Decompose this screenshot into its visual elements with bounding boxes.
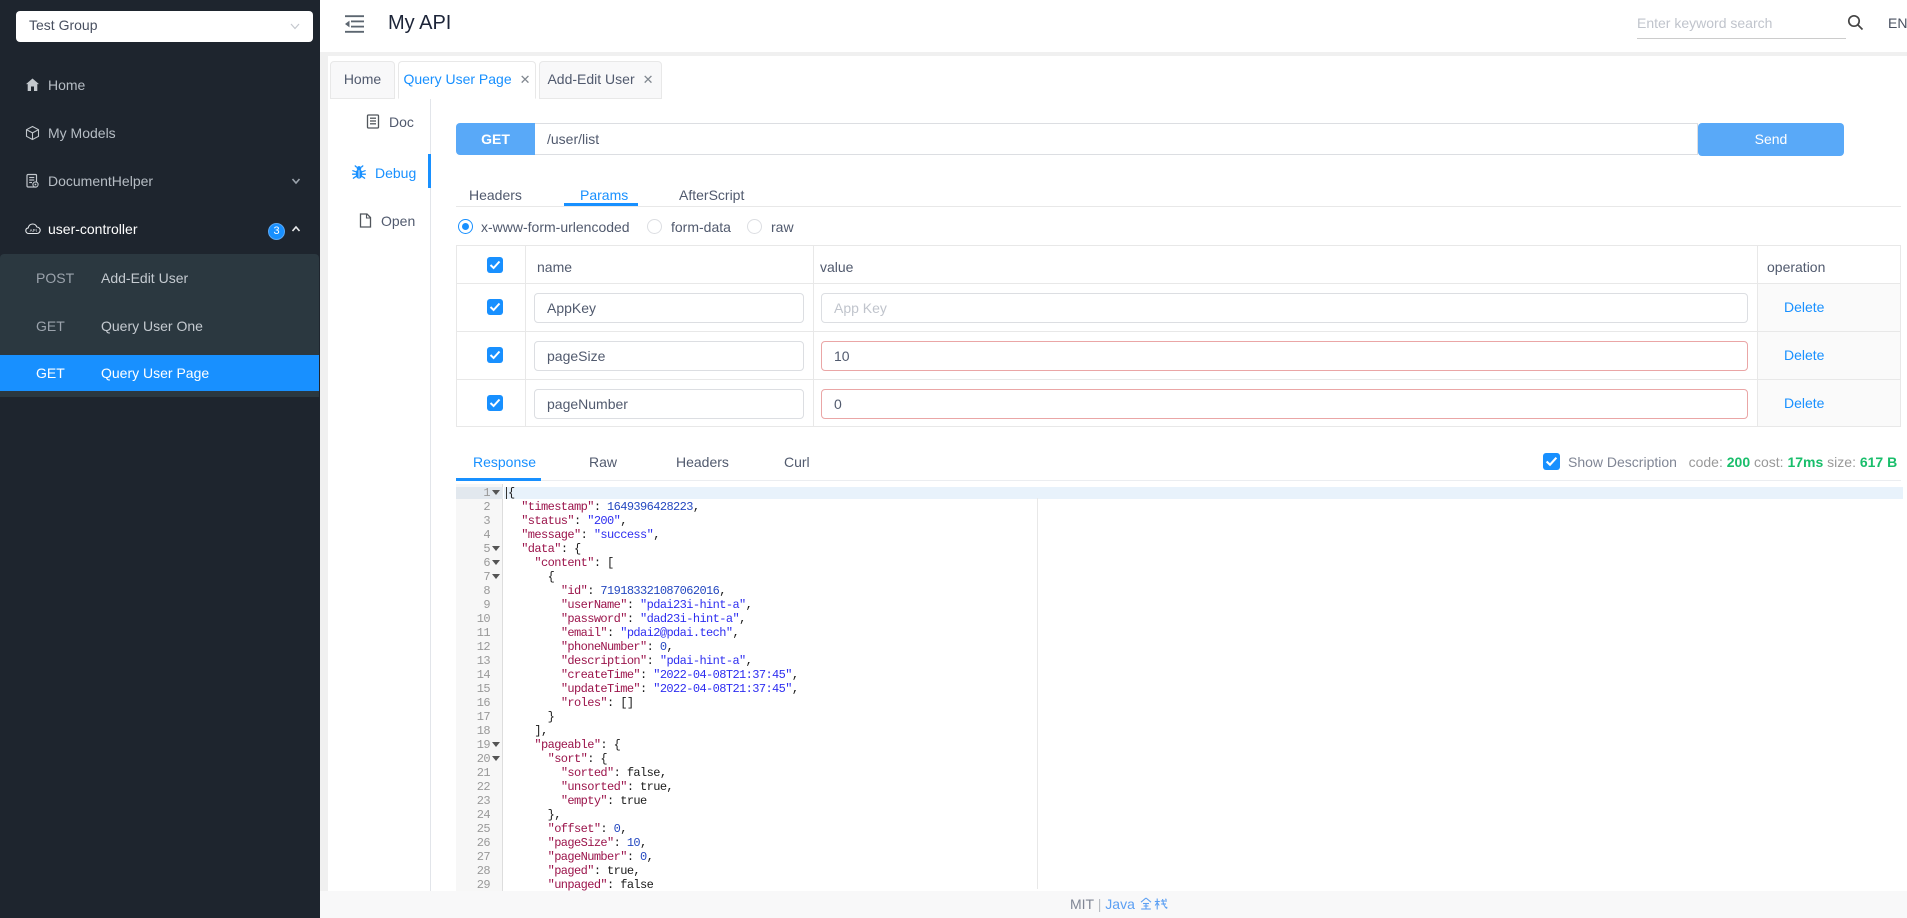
svg-text:API: API (30, 228, 37, 233)
